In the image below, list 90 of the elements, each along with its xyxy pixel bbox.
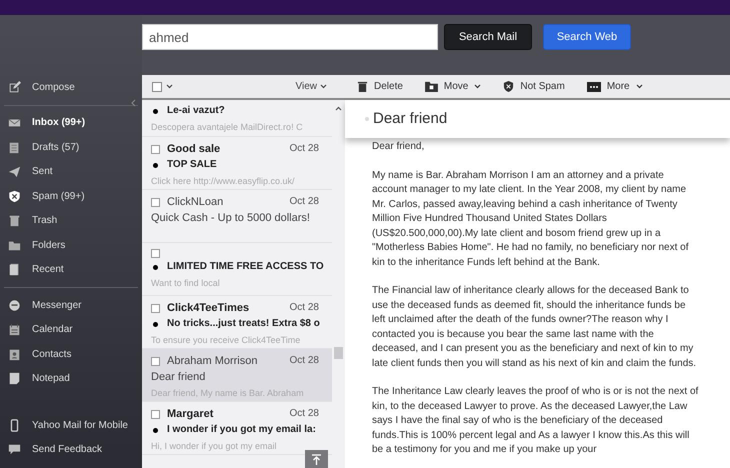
- sidebar-item[interactable]: Compose: [0, 75, 142, 100]
- shield-icon: [503, 81, 514, 92]
- collapse-chevron-icon[interactable]: [131, 99, 136, 107]
- sidebar-item[interactable]: Sent: [0, 160, 142, 184]
- email-paragraph: The Inheritance Law clearly leaves the proof of who is or is not the next of kin, to the deceased Lawyer to prove. As the deceased Lawyer,the Law says I have the final say of who is the beneficiary of the deceased funds.This is 100% percent legal and As a lawyer I know this.As this will be a testimony for you and me if you make up your: [372, 385, 700, 457]
- checkbox[interactable]: [151, 198, 160, 206]
- email-paragraph: Dear friend,: [372, 140, 426, 154]
- message-subject: No tricks...just treats! Extra $8 o: [167, 317, 320, 331]
- checkbox[interactable]: [151, 304, 160, 312]
- toolbar-button[interactable]: Delete: [357, 79, 403, 94]
- email-subject: Dear friend: [373, 108, 448, 129]
- message-item[interactable]: ClickNLoan Oct 28 Quick Cash - Up to 5000 dollars!: [142, 190, 332, 243]
- sidebar-item[interactable]: Recent: [0, 258, 142, 282]
- compose-icon: [8, 80, 21, 94]
- checkbox[interactable]: [151, 410, 160, 418]
- checkbox[interactable]: [151, 144, 160, 154]
- sidebar-item[interactable]: Messenger: [0, 293, 142, 318]
- notepad-icon: [8, 372, 21, 386]
- speech-bubble-icon: [8, 443, 21, 456]
- message-preview: Want to find local: [151, 277, 221, 290]
- scrollbar-thumb[interactable]: [334, 347, 343, 359]
- message-preview: Click here http://www.easyflip.co.uk/: [151, 175, 296, 188]
- message-subject: TOP SALE: [167, 158, 217, 172]
- sidebar-item[interactable]: Calendar: [0, 318, 142, 342]
- message-subject: Le-ai vazut?: [167, 104, 225, 118]
- toolbar-button[interactable]: Not Spam: [503, 79, 565, 94]
- checkbox[interactable]: [151, 248, 160, 258]
- message-item[interactable]: LIMITED TIME FREE ACCESS TO Want to find local: [142, 243, 332, 296]
- message-item[interactable]: Le-ai vazut? Descopera avantajele MailDirect.ro! C: [142, 100, 332, 137]
- email-paragraph: The Financial law of inheritance clearly allows for the deceased Bank to use the deceased funds as deemed fit, should the inheritance funds be left unclaimed after the death of the funds owner?The reason why I contacted you is because you bear the same last name with the deceased, and I can present you as the beneficiary and next of kin to my late client funds then you will stand as his next of kin and claim the funds.: [372, 284, 698, 370]
- caret-icon: [474, 84, 482, 89]
- document-icon: [8, 140, 21, 154]
- toolbar-button[interactable]: More: [586, 79, 643, 94]
- sidebar-item[interactable]: Trash: [0, 208, 142, 233]
- sender-name: Click4TeeTimes: [167, 301, 250, 316]
- contact-card-icon: [8, 348, 21, 361]
- toolbar-button[interactable]: Move: [424, 79, 482, 94]
- message-subject: Dear friend: [151, 370, 206, 385]
- message-subject: Quick Cash - Up to 5000 dollars!: [151, 211, 310, 226]
- message-preview: Descopera avantajele MailDirect.ro! C: [151, 121, 304, 134]
- sidebar-item[interactable]: Yahoo Mail for Mobile: [0, 413, 142, 438]
- sender-name: Margaret: [167, 407, 214, 422]
- email-paragraph: My name is Bar. Abraham Morrison I am an attorney and a private account manager to my late client. In the Year 2008, my client by name Mr. Carlos, passed away,leaving behind a cash inheritance of Twenty Million Five Hundred Thousand United States Dollars (US$20.500,000,00).My late client and bosom friend grew up in a "Motherless Babies Home". He had no family, no beneficiary nor next of kin to the inheritance Funds left behind at the Bank.: [372, 168, 690, 270]
- message-preview: To ensure you receive Click4TeeTime: [151, 334, 302, 347]
- caret-icon: [636, 84, 643, 89]
- arrow-up-icon: [311, 454, 322, 464]
- sender-name: Good sale: [167, 142, 220, 157]
- shield-icon: [8, 190, 21, 203]
- message-subject: LIMITED TIME FREE ACCESS TO: [167, 260, 324, 274]
- sidebar-item[interactable]: Drafts (57): [0, 135, 142, 160]
- trash-icon: [8, 214, 21, 228]
- caret-icon[interactable]: [166, 84, 173, 89]
- sidebar-item[interactable]: Notepad: [0, 366, 142, 391]
- sender-name: ClickNLoan: [167, 195, 224, 210]
- sidebar-item[interactable]: Inbox (99+): [0, 110, 142, 135]
- search-mail-button[interactable]: Search Mail: [444, 24, 532, 50]
- paper-plane-icon: [8, 165, 21, 178]
- message-item[interactable]: Abraham Morrison Oct 28 Dear friend Dear friend, My name is Bar. Abraham: [142, 349, 332, 402]
- folder-icon: [8, 238, 21, 252]
- back-to-top-button[interactable]: [305, 450, 328, 468]
- message-date: Oct 28: [290, 301, 319, 315]
- checkbox[interactable]: [151, 356, 160, 366]
- sidebar-item[interactable]: Send Feedback: [0, 438, 142, 462]
- message-date: Oct 28: [290, 354, 319, 368]
- message-date: Oct 28: [290, 195, 319, 209]
- scroll-up-icon[interactable]: [335, 106, 342, 111]
- message-preview: Hi, I wonder if you got my email: [151, 440, 278, 453]
- more-dots-icon: [586, 82, 601, 92]
- message-subject: I wonder if you got my email la:: [167, 423, 316, 437]
- message-item[interactable]: Good sale Oct 28 TOP SALE Click here http://www.easyflip.co.uk/: [142, 137, 332, 190]
- sidebar-item[interactable]: Contacts: [0, 342, 142, 366]
- caret-icon: [320, 84, 327, 89]
- message-date: Oct 28: [290, 407, 319, 421]
- envelope-icon: [8, 116, 21, 130]
- message-date: Oct 28: [290, 142, 319, 156]
- select-all-checkbox[interactable]: [152, 82, 162, 92]
- message-preview: Dear friend, My name is Bar. Abraham: [151, 387, 305, 400]
- pages-icon: [8, 263, 21, 276]
- sidebar-item[interactable]: Folders: [0, 233, 142, 258]
- chat-bubble-icon: [8, 298, 21, 312]
- sidebar-item[interactable]: Spam (99+): [0, 184, 142, 208]
- trash-icon: [357, 81, 368, 92]
- phone-icon: [8, 418, 21, 432]
- calendar-icon: [8, 323, 21, 336]
- bullet-icon: [365, 117, 369, 121]
- sender-name: Abraham Morrison: [167, 354, 258, 369]
- search-field[interactable]: ahmed: [142, 24, 438, 50]
- view-menu[interactable]: View: [296, 79, 317, 94]
- search-web-button[interactable]: Search Web: [543, 24, 631, 50]
- folder-icon: [424, 81, 438, 92]
